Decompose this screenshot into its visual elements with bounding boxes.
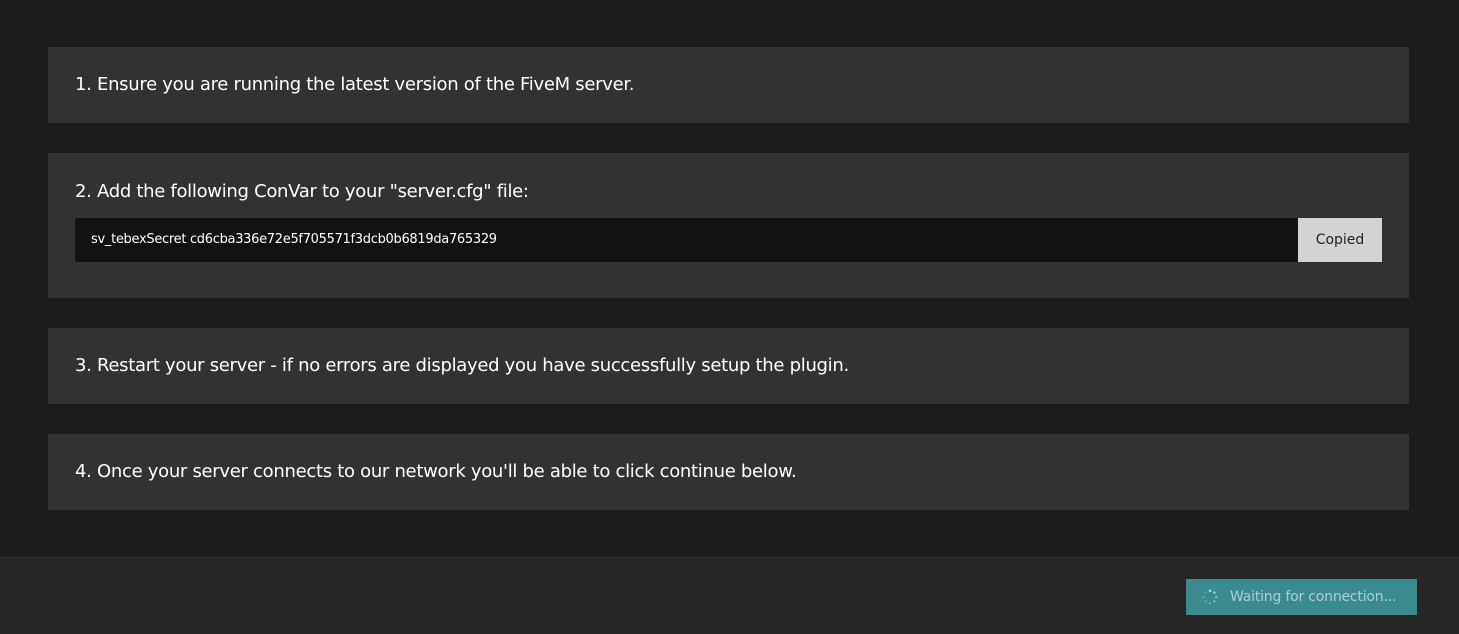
setup-steps: 1. Ensure you are running the latest ver… xyxy=(48,47,1409,540)
waiting-label: Waiting for connection... xyxy=(1230,589,1397,605)
step-2-panel: 2. Add the following ConVar to your "ser… xyxy=(48,153,1409,298)
spinner-icon xyxy=(1202,589,1218,605)
step-4-text: 4. Once your server connects to our netw… xyxy=(75,461,797,482)
step-2-text: 2. Add the following ConVar to your "ser… xyxy=(75,181,529,202)
copy-button[interactable]: Copied xyxy=(1298,218,1382,262)
step-1-text: 1. Ensure you are running the latest ver… xyxy=(75,74,635,95)
convar-code-field[interactable]: sv_tebexSecret cd6cba336e72e5f705571f3dc… xyxy=(75,218,1298,262)
step-3-text: 3. Restart your server - if no errors ar… xyxy=(75,355,849,376)
waiting-for-connection-button[interactable]: Waiting for connection... xyxy=(1186,579,1417,615)
step-4-panel: 4. Once your server connects to our netw… xyxy=(48,434,1409,510)
step-3-panel: 3. Restart your server - if no errors ar… xyxy=(48,328,1409,404)
step-1-panel: 1. Ensure you are running the latest ver… xyxy=(48,47,1409,123)
convar-row: sv_tebexSecret cd6cba336e72e5f705571f3dc… xyxy=(75,218,1382,262)
footer-bar: Waiting for connection... xyxy=(0,557,1459,634)
